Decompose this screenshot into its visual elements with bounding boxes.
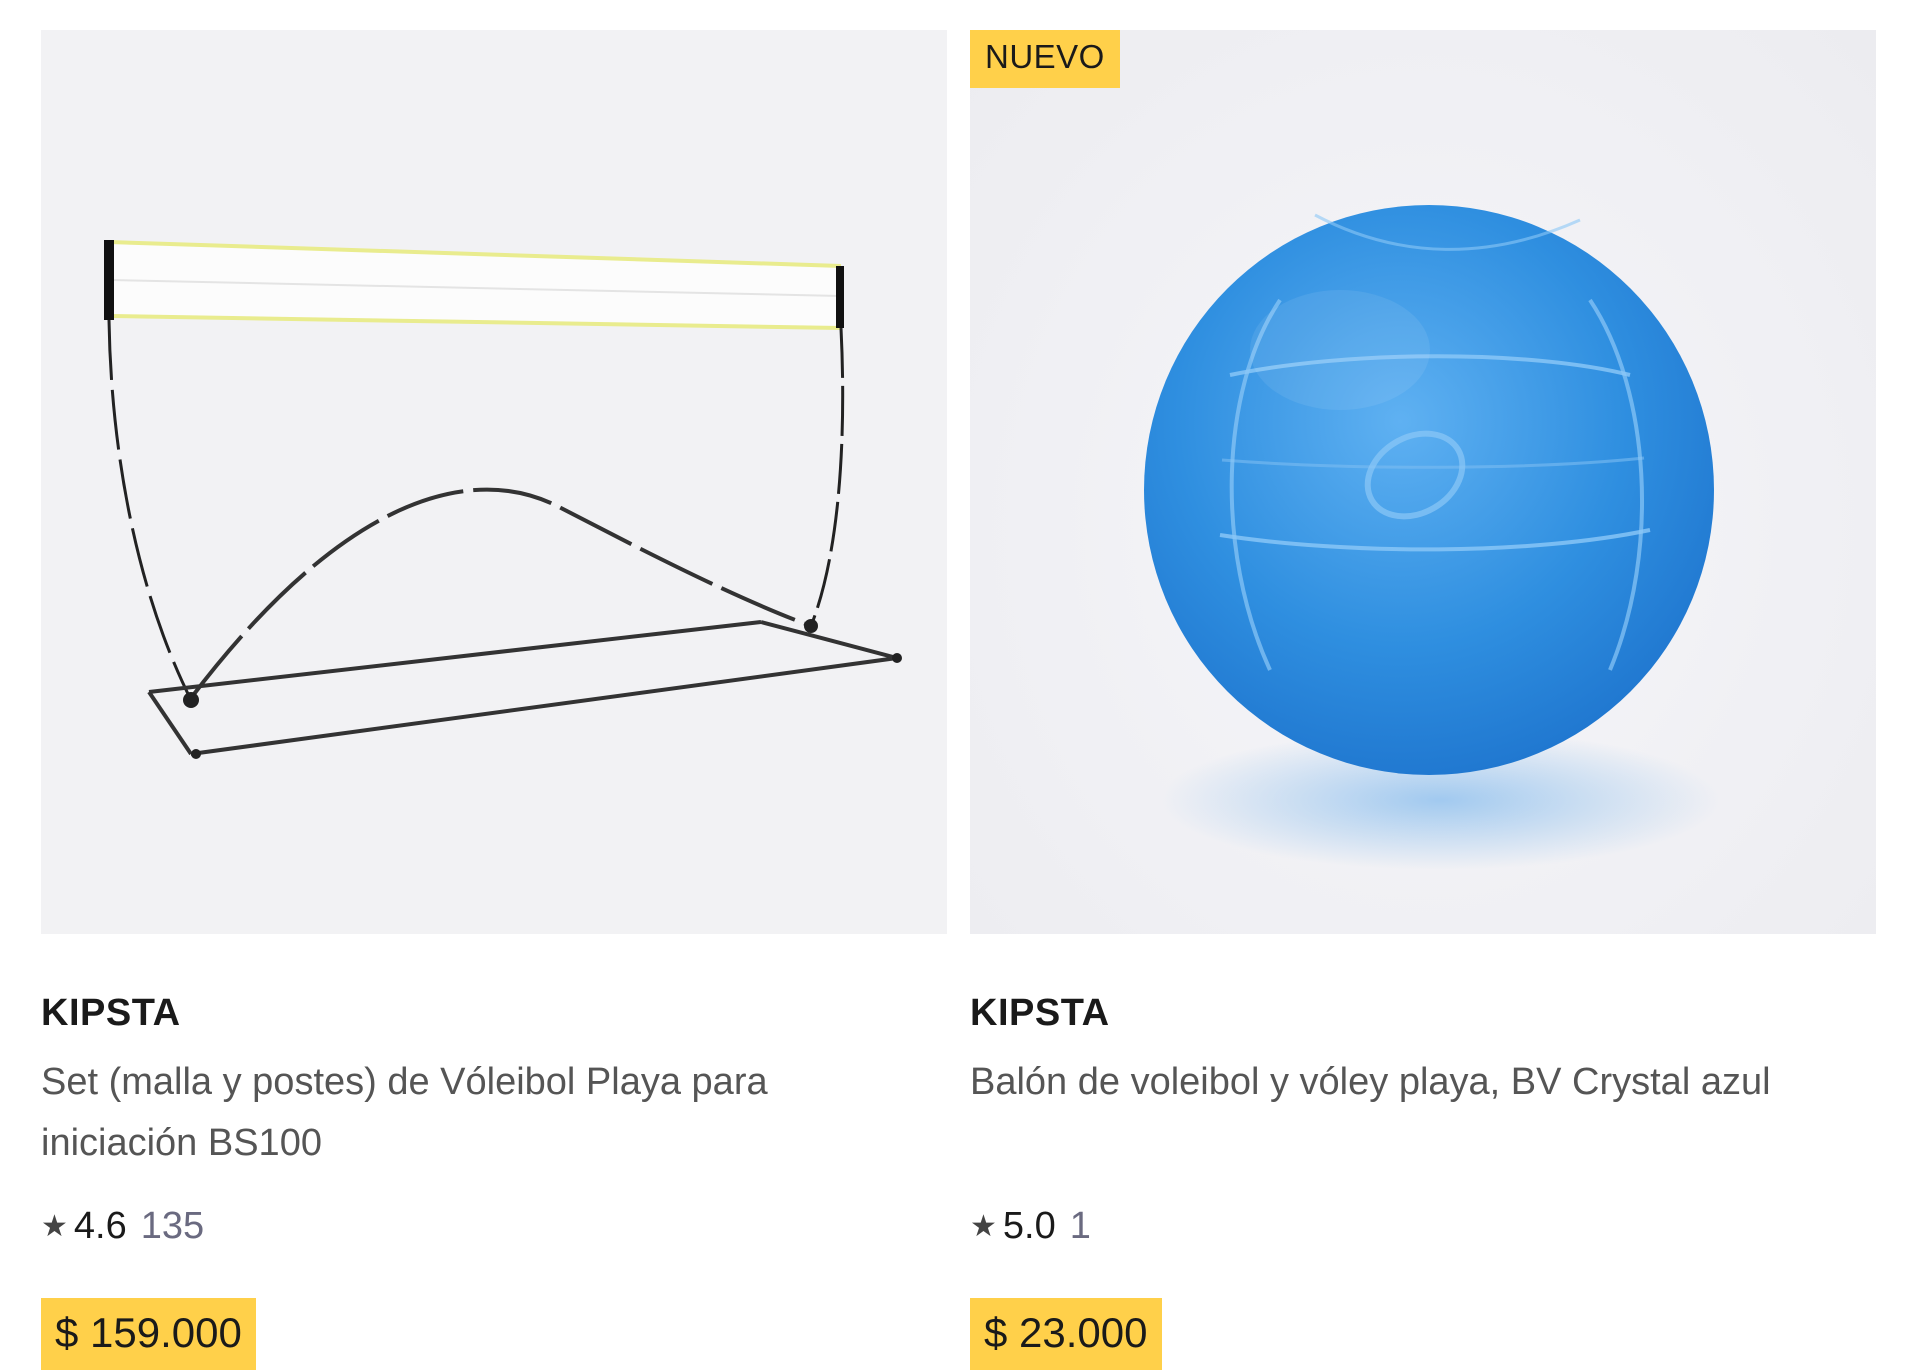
star-icon: ★: [41, 1210, 68, 1243]
product-title[interactable]: Balón de voleibol y vóley playa, BV Crys…: [970, 1052, 1850, 1113]
product-image-net[interactable]: [41, 30, 947, 934]
product-card-ball[interactable]: NUEVO KIPSTA Balón de voleibol y vóley p…: [970, 30, 1876, 1370]
product-image-ball[interactable]: NUEVO: [970, 30, 1876, 934]
product-brand: KIPSTA: [41, 992, 181, 1034]
volleyball-ball-image: [1144, 205, 1720, 870]
rating-count: 1: [1069, 1205, 1091, 1247]
product-brand: KIPSTA: [970, 992, 1110, 1034]
product-card-net[interactable]: KIPSTA Set (malla y postes) de Vóleibol …: [41, 30, 947, 1370]
product-title[interactable]: Set (malla y postes) de Vóleibol Playa p…: [41, 1052, 921, 1174]
rating-score: 5.0: [1002, 1205, 1056, 1247]
rating-count: 135: [140, 1205, 205, 1247]
star-icon: ★: [970, 1210, 997, 1243]
volleyball-net-image: [104, 240, 902, 759]
product-price: $ 23.000: [970, 1298, 1162, 1370]
product-rating: ★ 5.0 1: [970, 1205, 1091, 1248]
product-grid: KIPSTA Set (malla y postes) de Vóleibol …: [0, 0, 1920, 1372]
new-badge: NUEVO: [970, 30, 1120, 88]
product-price: $ 159.000: [41, 1298, 256, 1370]
product-rating: ★ 4.6 135: [41, 1205, 204, 1248]
rating-score: 4.6: [73, 1205, 127, 1247]
